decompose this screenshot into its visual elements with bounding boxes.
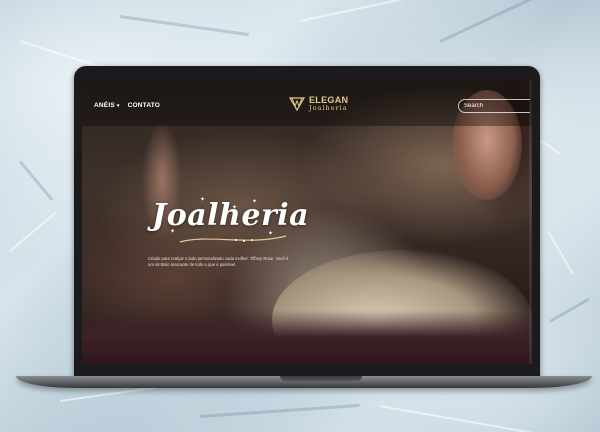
nav-item-label: ANÉIS: [94, 102, 115, 109]
nav-item-label: CONTATO: [127, 102, 161, 109]
logo-subtitle: Joalheria: [309, 104, 348, 112]
site-header: ANÉIS ▾ CONTATO ELEGAN Joalheria: [82, 80, 532, 126]
geometric-w-icon: [289, 97, 305, 111]
nav-item-aneis[interactable]: ANÉIS ▾: [94, 102, 120, 109]
nav-item-contato[interactable]: CONTATO: [128, 102, 160, 109]
main-nav: ANÉIS ▾ CONTATO: [94, 102, 160, 109]
hero-description: Criado para realçar o lado personalizado…: [148, 256, 289, 267]
laptop-screen: ANÉIS ▾ CONTATO ELEGAN Joalheria ✦ ✦ ✦ ✦…: [82, 80, 532, 364]
hero-title: Joalheria: [152, 198, 310, 233]
search-input[interactable]: [458, 99, 530, 113]
gold-swash: [179, 235, 287, 243]
site-logo[interactable]: ELEGAN Joalheria: [289, 96, 348, 112]
laptop-base: [16, 376, 592, 388]
chevron-down-icon: ▾: [116, 102, 120, 109]
page-scrollbar[interactable]: [529, 80, 532, 364]
laptop-opening-notch: [280, 376, 362, 381]
